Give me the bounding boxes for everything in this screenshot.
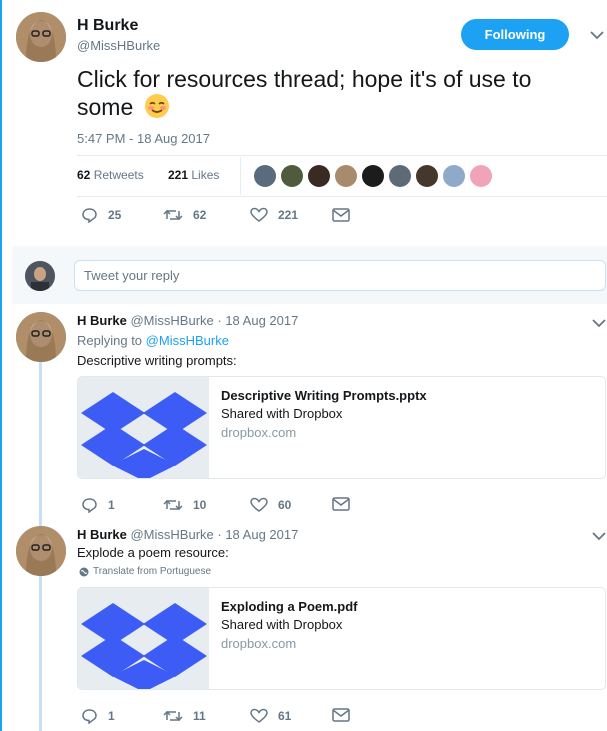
reply-action[interactable]: 25 (81, 207, 121, 223)
heart-icon (250, 708, 268, 723)
author-handle[interactable]: @MissHBurke (77, 38, 160, 53)
reply-header: H Burke @MissHBurke · 18 Aug 2017 (77, 313, 298, 328)
card-description: Shared with Dropbox (221, 617, 343, 632)
like-count: 61 (278, 709, 292, 723)
heart-icon (250, 207, 268, 222)
reply-date[interactable]: · 18 Aug 2017 (217, 527, 298, 542)
retweet-action[interactable]: 10 (163, 497, 206, 513)
tweet-timestamp[interactable]: 5:47 PM - 18 Aug 2017 (77, 131, 210, 146)
liker-avatar[interactable] (281, 165, 303, 187)
reply-placeholder: Tweet your reply (84, 268, 180, 283)
replying-to-handle[interactable]: @MissHBurke (146, 333, 229, 348)
reply-date[interactable]: · 18 Aug 2017 (217, 313, 298, 328)
liker-avatar[interactable] (254, 165, 276, 187)
thread-connector (39, 572, 42, 731)
retweets-stat[interactable]: 62 Retweets (77, 168, 144, 182)
retweets-label: Retweets (93, 168, 144, 182)
chevron-down-icon[interactable] (590, 30, 604, 40)
author-avatar[interactable] (16, 12, 66, 62)
reply-count: 1 (108, 709, 115, 723)
heart-icon (250, 497, 268, 512)
liker-avatar[interactable] (362, 165, 384, 187)
chevron-down-icon[interactable] (592, 318, 606, 328)
like-count: 60 (278, 498, 292, 512)
like-action[interactable]: 61 (250, 708, 291, 724)
likes-count: 221 (168, 168, 189, 182)
liker-avatar[interactable] (470, 165, 492, 187)
liker-avatar[interactable] (389, 165, 411, 187)
smiling-emoji-icon (144, 93, 170, 119)
retweet-icon (163, 209, 183, 221)
direct-message-icon[interactable] (332, 497, 350, 511)
reply-action[interactable]: 1 (81, 708, 115, 724)
likes-label: Likes (191, 168, 220, 182)
reply-text: Descriptive writing prompts: (77, 353, 237, 368)
retweets-count: 62 (77, 168, 91, 182)
divider (77, 155, 607, 156)
like-action[interactable]: 60 (250, 497, 291, 513)
like-action[interactable]: 221 (250, 207, 298, 223)
reply-header: H Burke @MissHBurke · 18 Aug 2017 (77, 527, 298, 542)
retweet-count: 62 (193, 208, 207, 222)
link-card[interactable]: Exploding a Poem.pdf Shared with Dropbox… (77, 587, 606, 690)
reply-author-handle[interactable]: @MissHBurke (130, 313, 213, 328)
reply-action[interactable]: 1 (81, 497, 115, 513)
direct-message-icon[interactable] (332, 208, 350, 222)
reply-author-name[interactable]: H Burke (77, 527, 127, 542)
card-title: Exploding a Poem.pdf (221, 599, 358, 614)
liker-avatar[interactable] (308, 165, 330, 187)
replying-to-label: Replying to (77, 333, 143, 348)
card-domain: dropbox.com (221, 636, 297, 651)
reply-text: Explode a poem resource: (77, 545, 229, 560)
tweet-text: Click for resources thread; hope it's of… (77, 65, 577, 121)
like-count: 221 (278, 208, 299, 222)
divider (77, 196, 607, 197)
retweet-icon (163, 710, 183, 722)
likes-stat[interactable]: 221 Likes (168, 168, 219, 182)
dropbox-logo-icon (78, 377, 209, 478)
reply-icon (82, 208, 97, 223)
translate-link[interactable]: Translate from Portuguese (79, 566, 211, 577)
reply-author-name[interactable]: H Burke (77, 313, 127, 328)
card-title: Descriptive Writing Prompts.pptx (221, 388, 427, 403)
retweet-icon (163, 499, 183, 511)
retweet-count: 10 (193, 498, 207, 512)
direct-message-icon[interactable] (332, 708, 350, 722)
replying-to: Replying to @MissHBurke (77, 333, 229, 348)
reply-count: 1 (108, 498, 115, 512)
dropbox-logo-icon (78, 588, 209, 689)
likers-avatars[interactable] (254, 165, 497, 187)
retweet-action[interactable]: 62 (163, 207, 206, 223)
following-button[interactable]: Following (461, 19, 569, 50)
reply-count: 25 (108, 208, 122, 222)
current-user-avatar (25, 261, 55, 291)
stats-divider (240, 157, 241, 195)
thread-connector (39, 360, 42, 527)
reply-author-avatar[interactable] (16, 312, 66, 362)
retweet-action[interactable]: 11 (163, 708, 206, 724)
reply-icon (82, 498, 97, 513)
globe-icon (79, 567, 89, 576)
author-name[interactable]: H Burke (77, 17, 138, 35)
card-domain: dropbox.com (221, 425, 297, 440)
liker-avatar[interactable] (443, 165, 465, 187)
liker-avatar[interactable] (416, 165, 438, 187)
card-description: Shared with Dropbox (221, 406, 343, 421)
liker-avatar[interactable] (335, 165, 357, 187)
reply-author-avatar[interactable] (16, 526, 66, 576)
translate-label: Translate from Portuguese (93, 566, 212, 577)
link-card[interactable]: Descriptive Writing Prompts.pptx Shared … (77, 376, 606, 479)
reply-icon (82, 709, 97, 724)
reply-author-handle[interactable]: @MissHBurke (130, 527, 213, 542)
tweet-reply-input[interactable]: Tweet your reply (74, 260, 606, 291)
retweet-count: 11 (193, 709, 206, 723)
chevron-down-icon[interactable] (592, 531, 606, 541)
